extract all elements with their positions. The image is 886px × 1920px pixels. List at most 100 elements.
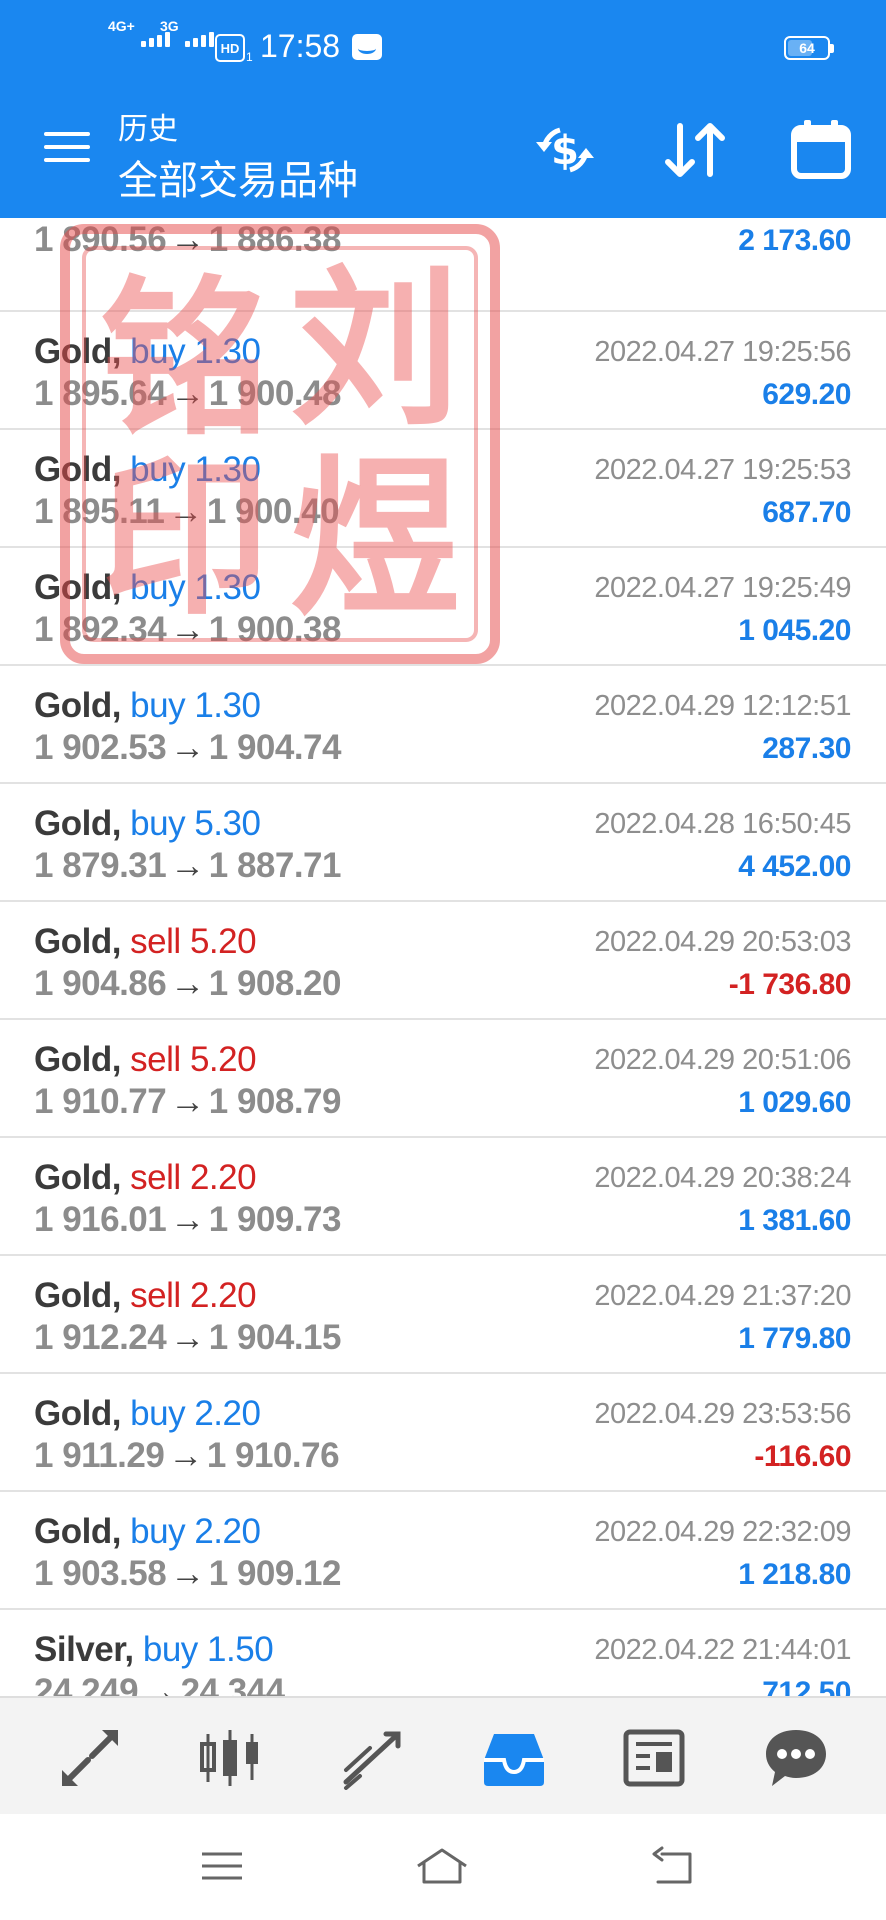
arrow-right-icon: → <box>170 220 205 259</box>
trade-side: sell <box>130 1276 181 1315</box>
trade-prices: 1 890.56 → 1 886.38 <box>34 220 342 260</box>
news-icon[interactable] <box>622 1726 686 1790</box>
notification-icon <box>352 34 382 60</box>
status-bar: 4G+ 3G HD 1 17:58 64 <box>0 0 886 96</box>
trade-prices: 1 916.01 → 1 909.73 <box>34 1200 342 1240</box>
trade-time: 2022.04.29 20:38:24 <box>594 1162 851 1194</box>
trade-profit: 4 452.00 <box>738 850 851 883</box>
trade-symbol-line: Silver, buy 1.50 <box>34 1630 274 1670</box>
arrow-right-icon: → <box>168 1436 203 1475</box>
arrow-right-icon: → <box>170 964 205 1003</box>
open-price: 1 916.01 <box>34 1200 167 1239</box>
trade-volume: 1.50 <box>207 1630 274 1669</box>
trade-row[interactable]: Gold, buy 1.30 1 902.53 → 1 904.74 2022.04.2… <box>0 666 886 784</box>
trade-volume: 5.30 <box>194 804 261 843</box>
trade-volume: 1.30 <box>194 450 261 489</box>
trade-symbol: Gold, <box>34 1276 121 1315</box>
arrow-right-icon: → <box>170 1200 205 1239</box>
close-price: 1 887.71 <box>208 846 342 885</box>
open-price: 1 879.31 <box>34 846 167 885</box>
trade-volume: 2.20 <box>194 1394 261 1433</box>
arrow-right-icon: → <box>170 1318 205 1357</box>
menu-icon[interactable] <box>194 1844 250 1888</box>
trade-row[interactable]: Gold, buy 1.30 1 895.64 → 1 900.48 2022.04.2… <box>0 312 886 430</box>
chat-icon[interactable] <box>764 1726 828 1790</box>
trade-row[interactable]: Gold, buy 1.30 1 895.11 → 1 900.40 2022.04.2… <box>0 430 886 548</box>
trade-side: buy <box>130 568 186 607</box>
hd-voice-icon: HD <box>215 34 245 62</box>
trade-row[interactable]: Gold, sell 2.20 1 912.24 → 1 904.15 2022.04.… <box>0 1256 886 1374</box>
trade-prices: 1 879.31 → 1 887.71 <box>34 846 342 886</box>
trade-icon[interactable] <box>340 1726 404 1790</box>
trade-prices: 1 895.11 → 1 900.40 <box>34 492 340 532</box>
close-price: 1 886.38 <box>208 220 342 259</box>
trade-symbol: Gold, <box>34 1512 121 1551</box>
quotes-icon[interactable] <box>58 1726 122 1790</box>
open-price: 1 912.24 <box>34 1318 167 1357</box>
open-price: 1 911.29 <box>34 1436 165 1475</box>
trade-symbol-line: Gold, sell 5.20 <box>34 922 257 962</box>
trade-row[interactable]: Gold, sell 5.20 1 904.86 → 1 908.20 2022.04.… <box>0 902 886 1020</box>
trade-time: 2022.04.28 16:50:45 <box>594 808 851 840</box>
trade-profit: 629.20 <box>762 378 851 411</box>
trade-side: buy <box>130 1394 186 1433</box>
history-icon[interactable] <box>482 1726 546 1790</box>
close-price: 1 900.40 <box>206 492 340 531</box>
close-price: 1 908.20 <box>208 964 342 1003</box>
trade-volume: 5.20 <box>189 922 257 961</box>
trade-prices: 1 892.34 → 1 900.38 <box>34 610 342 650</box>
currency-exchange-icon[interactable]: $ <box>530 118 600 182</box>
trade-side: sell <box>130 1158 181 1197</box>
trade-time: 2022.04.29 20:51:06 <box>594 1044 851 1076</box>
trade-symbol-line: Gold, buy 1.30 <box>34 332 261 372</box>
trade-side: buy <box>130 1512 186 1551</box>
home-icon[interactable] <box>414 1844 470 1888</box>
trade-prices: 1 912.24 → 1 904.15 <box>34 1318 342 1358</box>
trade-volume: 2.20 <box>194 1512 261 1551</box>
trade-time: 2022.04.22 21:44:01 <box>594 1634 851 1666</box>
trade-prices: 1 903.58 → 1 909.12 <box>34 1554 342 1594</box>
trade-row[interactable]: 1 890.56 → 1 886.38 2 173.60 <box>0 218 886 312</box>
chart-icon[interactable] <box>198 1726 262 1790</box>
trade-row[interactable]: Gold, buy 1.30 1 892.34 → 1 900.38 2022.04.2… <box>0 548 886 666</box>
trade-profit: 687.70 <box>762 496 851 529</box>
page-title[interactable]: 全部交易品种 <box>118 148 358 206</box>
trade-side: buy <box>142 1630 198 1669</box>
close-price: 1 904.74 <box>208 728 342 767</box>
trade-profit: 2 173.60 <box>738 224 851 257</box>
trade-prices: 1 910.77 → 1 908.79 <box>34 1082 342 1122</box>
trade-row[interactable]: Gold, buy 2.20 1 911.29 → 1 910.76 2022.04.2… <box>0 1374 886 1492</box>
trade-symbol: Gold, <box>34 922 121 961</box>
hd-voice-sub: 1 <box>246 50 253 64</box>
arrow-right-icon: → <box>170 1082 205 1121</box>
calendar-icon[interactable] <box>786 118 856 182</box>
sort-icon[interactable] <box>660 118 730 182</box>
menu-button[interactable] <box>44 130 92 166</box>
trade-volume: 1.30 <box>194 686 261 725</box>
trade-symbol: Gold, <box>34 332 121 371</box>
trade-symbol-line: Gold, sell 5.20 <box>34 1040 257 1080</box>
open-price: 1 910.77 <box>34 1082 167 1121</box>
trade-profit: 1 779.80 <box>738 1322 851 1355</box>
open-price: 1 903.58 <box>34 1554 167 1593</box>
arrow-right-icon: → <box>170 846 205 885</box>
trade-row[interactable]: Gold, buy 5.30 1 879.31 → 1 887.71 2022.04.2… <box>0 784 886 902</box>
trade-side: buy <box>130 450 186 489</box>
trade-row[interactable]: Gold, sell 2.20 1 916.01 → 1 909.73 2022.04.… <box>0 1138 886 1256</box>
trade-profit: 1 218.80 <box>738 1558 851 1591</box>
close-price: 1 908.79 <box>208 1082 342 1121</box>
trade-row[interactable]: Gold, sell 5.20 1 910.77 → 1 908.79 2022.04.… <box>0 1020 886 1138</box>
trade-time: 2022.04.27 19:25:53 <box>594 454 851 486</box>
trade-symbol: Gold, <box>34 1158 121 1197</box>
close-price: 1 910.76 <box>206 1436 340 1475</box>
trade-profit: 287.30 <box>762 732 851 765</box>
trade-symbol: Gold, <box>34 450 121 489</box>
trade-row[interactable]: Gold, buy 2.20 1 903.58 → 1 909.12 2022.04.2… <box>0 1492 886 1610</box>
trade-symbol: Gold, <box>34 686 121 725</box>
trade-volume: 2.20 <box>189 1158 257 1197</box>
battery-icon: 64 <box>784 36 834 60</box>
trade-time: 2022.04.29 23:53:56 <box>594 1398 851 1430</box>
open-price: 1 904.86 <box>34 964 167 1003</box>
back-icon[interactable] <box>646 1844 702 1888</box>
trade-symbol: Gold, <box>34 1040 121 1079</box>
